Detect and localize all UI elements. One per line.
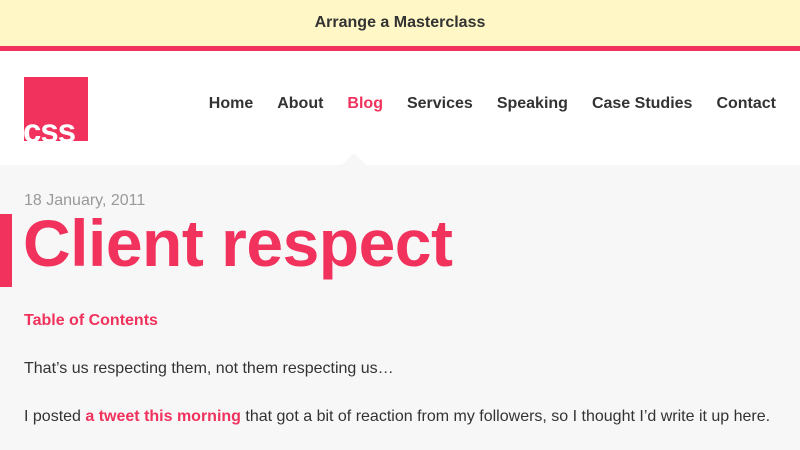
nav-blog[interactable]: Blog [347, 95, 383, 113]
main-nav: Home About Blog Services Speaking Case S… [185, 95, 776, 113]
nav-about[interactable]: About [277, 95, 323, 113]
promo-bar: Arrange a Masterclass [0, 0, 800, 51]
post-intro: That’s us respecting them, not them resp… [24, 360, 394, 377]
nav-home[interactable]: Home [209, 95, 253, 113]
nav-case-studies[interactable]: Case Studies [592, 95, 692, 113]
table-of-contents-link[interactable]: Table of Contents [24, 312, 158, 330]
paragraph-text-start: I posted [24, 408, 86, 425]
site-logo[interactable]: css [24, 77, 88, 141]
site-header: css Home About Blog Services Speaking Ca… [0, 51, 800, 165]
post-title: Client respect [23, 206, 453, 280]
tweet-link[interactable]: a tweet this morning [85, 408, 241, 425]
masterclass-link[interactable]: Arrange a Masterclass [315, 14, 486, 32]
active-nav-caret [342, 153, 366, 165]
nav-services[interactable]: Services [407, 95, 473, 113]
logo-text: css [24, 112, 76, 141]
title-accent-bar [0, 214, 12, 287]
nav-speaking[interactable]: Speaking [497, 95, 568, 113]
paragraph-text-end: that got a bit of reaction from my follo… [240, 408, 771, 425]
nav-contact[interactable]: Contact [716, 95, 776, 113]
post-paragraph: I posted a tweet this morning that got a… [24, 408, 770, 426]
